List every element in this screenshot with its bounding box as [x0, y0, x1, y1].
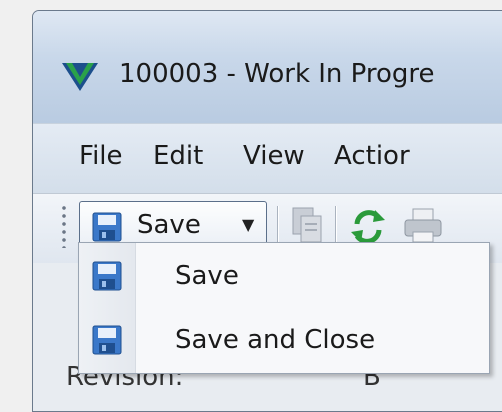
title-bar: 100003 - Work In Progre — [33, 11, 502, 123]
copy-icon[interactable] — [291, 206, 325, 246]
chevron-down-icon[interactable]: ▼ — [242, 215, 254, 234]
save-button-label: Save — [137, 210, 201, 240]
menu-actions[interactable]: Actior — [334, 141, 410, 171]
vault-logo-icon — [62, 63, 98, 91]
menu-item-save[interactable]: Save — [79, 247, 489, 307]
floppy-disk-icon — [92, 212, 122, 242]
refresh-icon[interactable] — [349, 206, 387, 246]
window-title: 100003 - Work In Progre — [119, 59, 435, 89]
menu-edit[interactable]: Edit — [153, 141, 203, 171]
print-icon[interactable] — [403, 206, 443, 246]
floppy-disk-icon — [92, 325, 122, 355]
menu-item-label: Save — [175, 261, 239, 291]
floppy-disk-icon — [92, 261, 122, 291]
save-dropdown-menu: Save Save and Close — [78, 242, 490, 374]
menu-item-label: Save and Close — [175, 325, 376, 355]
toolbar-grip[interactable] — [61, 204, 67, 248]
menu-file[interactable]: File — [79, 141, 123, 171]
menu-view[interactable]: View — [243, 141, 305, 171]
menu-bar: File Edit View Actior — [33, 123, 502, 194]
menu-item-save-and-close[interactable]: Save and Close — [79, 311, 489, 371]
